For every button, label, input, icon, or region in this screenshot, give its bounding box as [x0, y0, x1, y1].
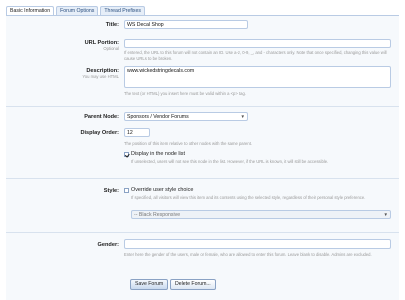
style-select[interactable]: -- Black Responsive ▼	[131, 210, 391, 219]
description-hint: The text (or HTML) you insert here must …	[124, 91, 246, 96]
display-in-list-hint: If unselected, users will not see this n…	[131, 159, 329, 164]
tab-bar: Basic Information Forum Options Thread P…	[6, 6, 146, 16]
parent-node-label: Parent Node:	[84, 114, 119, 120]
url-portion-hint: If entered, the URL to this forum will n…	[124, 50, 387, 61]
style-hint: If specified, all visitors will view thi…	[131, 195, 366, 200]
section-divider	[6, 106, 399, 107]
display-order-input[interactable]: 12	[124, 128, 150, 137]
title-input[interactable]: WS Decal Shop	[124, 20, 248, 29]
display-order-hint: The position of this item relative to ot…	[124, 141, 253, 146]
display-in-list-checkbox[interactable]	[124, 151, 129, 157]
display-in-list-label: Display in the node list	[131, 151, 185, 157]
chevron-down-icon: ▼	[383, 212, 388, 217]
description-html-note: You may use HTML	[82, 74, 119, 79]
url-portion-optional: Optional	[103, 46, 119, 51]
display-order-label: Display Order:	[80, 130, 119, 136]
override-style-row[interactable]: Override user style choice	[124, 187, 193, 193]
section-divider	[6, 232, 399, 233]
description-textarea[interactable]: www.wickedstringdecals.com	[124, 66, 391, 88]
style-select-value: -- Black Responsive	[134, 212, 181, 218]
override-style-label: Override user style choice	[131, 187, 194, 193]
style-label: Style:	[103, 188, 119, 194]
chevron-down-icon: ▼	[240, 114, 245, 119]
gender-label: Gender:	[97, 242, 119, 248]
delete-forum-button[interactable]: Delete Forum...	[170, 279, 216, 290]
parent-node-select[interactable]: Sponsors / Vendor Forums ▼	[124, 112, 248, 121]
display-in-list-row[interactable]: Display in the node list	[124, 151, 185, 157]
title-label: Title:	[105, 22, 119, 28]
section-divider	[6, 178, 399, 179]
url-portion-input[interactable]	[124, 39, 391, 48]
gender-input[interactable]	[124, 239, 391, 249]
save-forum-button[interactable]: Save Forum	[130, 279, 169, 290]
gender-hint: Enter here the gender of the users, male…	[124, 252, 372, 257]
override-style-checkbox[interactable]	[124, 187, 129, 193]
parent-node-value: Sponsors / Vendor Forums	[127, 114, 189, 120]
